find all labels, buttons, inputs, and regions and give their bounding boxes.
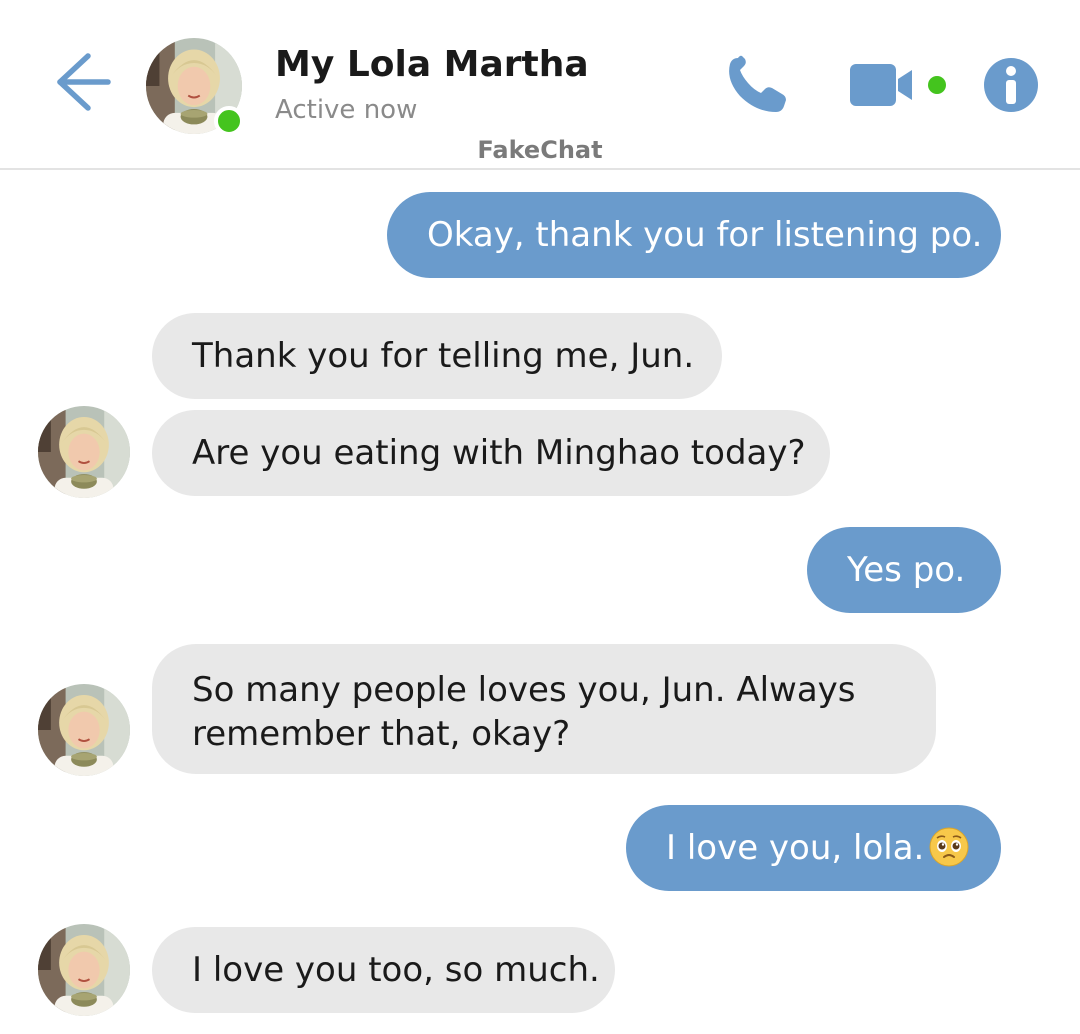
avatar[interactable] — [38, 406, 130, 498]
video-camera-icon — [850, 64, 946, 106]
info-button[interactable] — [982, 56, 1040, 114]
back-arrow-icon — [57, 53, 111, 111]
online-status-dot — [214, 106, 244, 136]
contact-avatar[interactable] — [146, 38, 244, 136]
outgoing-message[interactable]: Okay, thank you for listening po. — [387, 192, 1001, 278]
outgoing-message[interactable]: I love you, lola. — [626, 805, 1001, 891]
incoming-message[interactable]: Thank you for telling me, Jun. — [152, 313, 722, 399]
outgoing-message[interactable]: Yes po. — [807, 527, 1001, 613]
voice-call-button[interactable] — [724, 54, 790, 116]
chat-header: My Lola Martha Active now FakeChat — [0, 0, 1080, 170]
message-text: I love you, lola. — [666, 828, 925, 868]
video-call-button[interactable] — [846, 60, 952, 110]
contact-status: Active now — [275, 95, 418, 125]
incoming-message[interactable]: Are you eating with Minghao today? — [152, 410, 830, 496]
phone-icon — [729, 55, 786, 112]
app-label: FakeChat — [477, 136, 603, 164]
contact-name[interactable]: My Lola Martha — [275, 44, 589, 85]
avatar[interactable] — [38, 924, 130, 1016]
pleading-face-emoji — [929, 827, 969, 866]
avatar[interactable] — [38, 684, 130, 776]
back-button[interactable] — [50, 50, 114, 114]
incoming-message[interactable]: So many people loves you, Jun. Always re… — [152, 644, 936, 774]
incoming-message[interactable]: I love you too, so much. — [152, 927, 615, 1013]
info-icon — [984, 58, 1038, 112]
